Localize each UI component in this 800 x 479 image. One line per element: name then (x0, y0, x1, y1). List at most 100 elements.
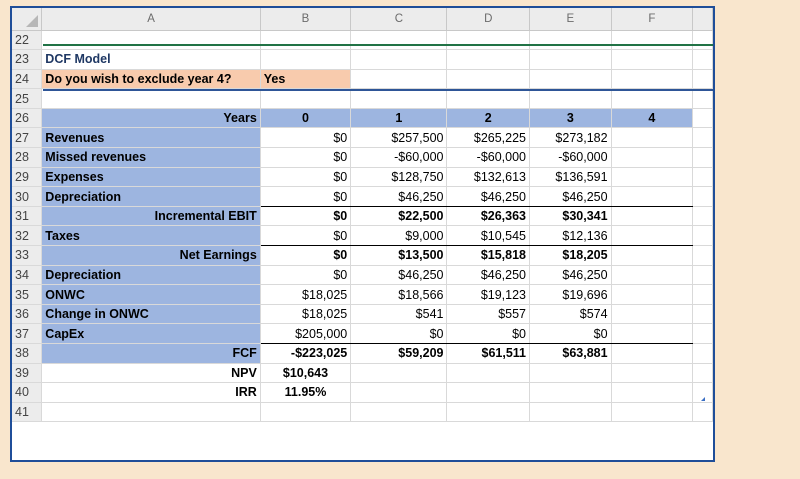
cell[interactable] (260, 88, 352, 109)
cell[interactable] (611, 147, 694, 168)
col-header-d[interactable]: D (446, 8, 531, 31)
cell[interactable] (350, 69, 448, 90)
value-cell[interactable]: $128,750 (350, 167, 448, 188)
row-label[interactable]: FCF (41, 343, 261, 364)
value-cell[interactable]: $12,136 (529, 225, 612, 247)
cell[interactable] (692, 343, 713, 364)
cell[interactable] (692, 88, 713, 109)
row-header[interactable]: 28 (12, 147, 43, 168)
year-cell[interactable]: 3 (529, 108, 612, 129)
cell[interactable] (692, 304, 713, 325)
value-cell[interactable]: $61,511 (446, 343, 531, 364)
value-cell[interactable]: $46,250 (529, 265, 612, 286)
cell[interactable] (692, 402, 713, 423)
value-cell[interactable]: -$60,000 (529, 147, 612, 168)
value-cell[interactable]: $205,000 (260, 323, 352, 344)
cell[interactable] (529, 49, 612, 70)
irr-value[interactable]: 11.95% (260, 382, 352, 403)
row-header[interactable]: 35 (12, 284, 43, 305)
cell[interactable] (692, 245, 713, 266)
cell[interactable] (611, 186, 694, 207)
year-cell[interactable]: 4 (611, 108, 694, 129)
value-cell[interactable]: $22,500 (350, 206, 448, 227)
cell[interactable] (692, 323, 713, 344)
row-label[interactable]: Revenues (41, 127, 261, 149)
row-header[interactable]: 25 (12, 88, 43, 109)
row-label[interactable]: CapEx (41, 323, 261, 344)
cell[interactable] (692, 30, 713, 51)
row-header[interactable]: 31 (12, 206, 43, 227)
cell[interactable] (692, 49, 713, 70)
value-cell[interactable]: $46,250 (446, 186, 531, 207)
row-header[interactable]: 32 (12, 225, 43, 247)
cell[interactable] (692, 69, 713, 90)
cell[interactable] (611, 265, 694, 286)
row-header[interactable]: 30 (12, 186, 43, 207)
row-header[interactable]: 22 (12, 30, 43, 51)
value-cell[interactable]: $18,025 (260, 284, 352, 305)
col-header-e[interactable]: E (529, 8, 612, 31)
value-cell[interactable]: $0 (260, 265, 352, 286)
cell[interactable] (692, 186, 713, 207)
value-cell[interactable]: $46,250 (350, 265, 448, 286)
exclude-year-answer[interactable]: Yes (260, 69, 352, 90)
value-cell[interactable]: $13,500 (350, 245, 448, 266)
col-header-f[interactable]: F (611, 8, 694, 31)
value-cell[interactable]: $18,025 (260, 304, 352, 325)
value-cell[interactable]: $132,613 (446, 167, 531, 188)
cell[interactable] (692, 127, 713, 149)
fill-handle-icon[interactable] (701, 397, 705, 401)
col-header-c[interactable]: C (350, 8, 448, 31)
year-cell[interactable]: 2 (446, 108, 531, 129)
value-cell[interactable]: -$60,000 (446, 147, 531, 168)
cell[interactable] (446, 49, 531, 70)
cell[interactable] (446, 402, 531, 423)
cell[interactable] (611, 343, 694, 364)
cell[interactable] (529, 69, 612, 90)
row-label[interactable]: Net Earnings (41, 245, 261, 266)
col-header-g[interactable] (692, 8, 713, 31)
cell[interactable] (260, 30, 352, 51)
cell[interactable] (692, 363, 713, 384)
value-cell[interactable]: $0 (260, 127, 352, 149)
cell[interactable] (529, 363, 612, 384)
cell[interactable] (692, 284, 713, 305)
year-cell[interactable]: 0 (260, 108, 352, 129)
value-cell[interactable]: $273,182 (529, 127, 612, 149)
cell[interactable] (611, 88, 694, 109)
row-header[interactable]: 41 (12, 402, 43, 423)
cell[interactable] (41, 30, 261, 51)
cell[interactable] (260, 49, 352, 70)
cell[interactable] (350, 363, 448, 384)
value-cell[interactable]: $257,500 (350, 127, 448, 149)
row-header[interactable]: 37 (12, 323, 43, 344)
cell[interactable] (611, 69, 694, 90)
cell[interactable] (611, 363, 694, 384)
cell[interactable] (611, 245, 694, 266)
cell[interactable] (446, 88, 531, 109)
col-header-a[interactable]: A (41, 8, 261, 31)
row-label[interactable]: IRR (41, 382, 261, 403)
row-label[interactable]: Taxes (41, 225, 261, 247)
cell[interactable] (611, 284, 694, 305)
row-header[interactable]: 34 (12, 265, 43, 286)
row-label[interactable]: Expenses (41, 167, 261, 188)
value-cell[interactable]: $46,250 (446, 265, 531, 286)
value-cell[interactable]: $30,341 (529, 206, 612, 227)
cell[interactable] (692, 206, 713, 227)
cell[interactable] (692, 108, 713, 129)
cell[interactable] (692, 265, 713, 286)
value-cell[interactable]: $541 (350, 304, 448, 325)
value-cell[interactable]: $26,363 (446, 206, 531, 227)
cell[interactable] (611, 382, 694, 403)
cell[interactable] (611, 127, 694, 149)
value-cell[interactable]: $0 (260, 186, 352, 207)
cell[interactable] (446, 382, 531, 403)
cell[interactable] (529, 382, 612, 403)
value-cell[interactable]: $265,225 (446, 127, 531, 149)
row-header[interactable]: 33 (12, 245, 43, 266)
cell[interactable] (529, 88, 612, 109)
row-header[interactable]: 26 (12, 108, 43, 129)
cell[interactable] (692, 167, 713, 188)
cell[interactable] (611, 30, 694, 51)
